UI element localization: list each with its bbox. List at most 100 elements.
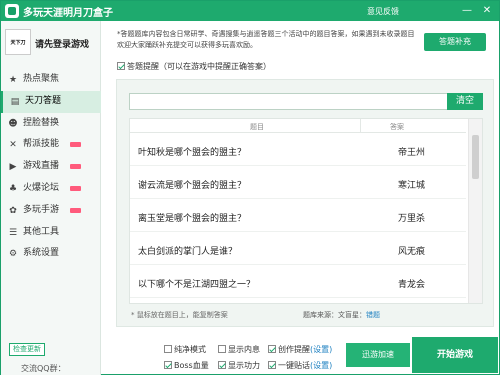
show-inner-checkbox[interactable] bbox=[218, 345, 226, 353]
toolbox-icon: ☰ bbox=[8, 227, 18, 238]
hot-badge bbox=[70, 185, 81, 191]
quiz-search-area: 清空 题目 答案 叶知秋是哪个盟会的盟主？ 帝王州 谢云流是哪个盟会的盟主？ 寒… bbox=[116, 79, 494, 327]
option-pure-mode[interactable]: 纯净模式 bbox=[164, 344, 206, 355]
sidebar-item-tools[interactable]: ☰ 其他工具 bbox=[1, 222, 101, 244]
pure-mode-checkbox[interactable] bbox=[164, 345, 172, 353]
option-boss-hp[interactable]: Boss血量 bbox=[164, 360, 209, 371]
table-row[interactable]: 叶知秋是哪个盟会的盟主？ 帝王州 bbox=[130, 134, 466, 166]
table-row[interactable]: 太白剑派的掌门人是谁？ 风无痕 bbox=[130, 233, 466, 265]
sidebar-item-hot-news[interactable]: ★ 热点聚焦 bbox=[1, 69, 101, 91]
table-header: 题目 答案 bbox=[130, 119, 466, 133]
quick-chat-checkbox[interactable] bbox=[268, 361, 276, 369]
login-panel[interactable]: 天下刀 请先登录游戏 bbox=[5, 25, 97, 59]
face-icon: ☻ bbox=[8, 118, 18, 129]
create-remind-checkbox[interactable] bbox=[268, 345, 276, 353]
question-cell: 叶知秋是哪个盟会的盟主？ bbox=[138, 148, 247, 158]
show-power-checkbox[interactable] bbox=[218, 361, 226, 369]
sidebar: 天下刀 请先登录游戏 ★ 热点聚焦 ▤ 天刀答题 ☻ 捏脸替换 ✕ 帮派技能 ▶… bbox=[1, 21, 101, 375]
check-update-button[interactable]: 检查更新 bbox=[9, 343, 45, 356]
scrollbar-thumb[interactable] bbox=[472, 135, 479, 179]
answer-cell: 万里杀 bbox=[398, 214, 426, 224]
quiz-table: 题目 答案 叶知秋是哪个盟会的盟主？ 帝王州 谢云流是哪个盟会的盟主？ 寒江城 … bbox=[129, 118, 483, 304]
option-label: 创作提醒 bbox=[278, 345, 310, 354]
hot-badge bbox=[70, 164, 81, 170]
forum-icon: ♣ bbox=[8, 183, 18, 194]
question-cell: 离玉堂是哪个盟会的盟主？ bbox=[138, 214, 247, 224]
option-label: 显示功力 bbox=[228, 361, 260, 370]
answer-cell: 青龙会 bbox=[398, 280, 426, 290]
source-text: 题库来源：文盲星：错题 bbox=[303, 310, 380, 320]
remind-label: 答题提醒（可以在游戏中提醒正确答案） bbox=[127, 62, 271, 71]
question-cell: 以下哪个不是江湖四盟之一？ bbox=[138, 280, 256, 290]
login-prompt[interactable]: 请先登录游戏 bbox=[35, 37, 89, 50]
accelerate-button[interactable]: 迅游加速 bbox=[346, 343, 410, 367]
settings-link[interactable]: (设置) bbox=[310, 361, 332, 370]
sidebar-item-label: 系统设置 bbox=[23, 248, 60, 259]
qq-group-text: 交流QQ群：93011770 bbox=[21, 364, 66, 375]
notice-text: *答题题库内容包含日常研学、奇遇搜集与逍遥答题三个活动中的题目答案，如果遇到未收… bbox=[117, 30, 415, 49]
app-logo-icon bbox=[5, 4, 19, 18]
bottom-bar: 纯净模式 显示内息 创作提醒(设置) Boss血量 显示功力 一键贴话(设置) … bbox=[102, 337, 499, 375]
remind-option[interactable]: 答题提醒（可以在游戏中提醒正确答案） bbox=[117, 61, 271, 72]
flower-icon: ✿ bbox=[9, 205, 17, 216]
sidebar-item-label: 热点聚焦 bbox=[23, 74, 60, 84]
avatar[interactable]: 天下刀 bbox=[5, 29, 31, 55]
option-create-remind[interactable]: 创作提醒(设置) bbox=[268, 344, 332, 355]
app-title: 多玩天涯明月刀盒子 bbox=[23, 8, 113, 19]
sidebar-item-settings[interactable]: ⚙ 系统设置 bbox=[1, 243, 101, 265]
sidebar-item-label: 游戏直播 bbox=[23, 161, 60, 172]
minimize-icon[interactable]: — bbox=[459, 3, 475, 19]
sidebar-item-label: 捏脸替换 bbox=[23, 117, 60, 128]
sidebar-item-live[interactable]: ▶ 游戏直播 bbox=[1, 156, 101, 178]
sidebar-item-mobile-games[interactable]: ✿ 多玩手游 bbox=[1, 200, 101, 222]
question-cell: 太白剑派的掌门人是谁？ bbox=[138, 247, 238, 257]
play-icon: ▶ bbox=[9, 162, 17, 173]
sidebar-item-label: 多玩手游 bbox=[23, 204, 60, 215]
option-label: 显示内息 bbox=[228, 345, 260, 354]
copy-hint: * 鼠标放在题目上，能复制答案 bbox=[131, 311, 228, 319]
option-label: 纯净模式 bbox=[174, 345, 206, 354]
search-input[interactable] bbox=[129, 93, 449, 110]
answer-cell: 帝王州 bbox=[398, 148, 426, 158]
hot-badge bbox=[70, 142, 81, 148]
table-scrollbar[interactable] bbox=[468, 119, 482, 303]
clear-button[interactable]: 清空 bbox=[447, 93, 483, 110]
source-prefix: 题库来源：文盲星： bbox=[303, 311, 366, 319]
sidebar-item-forum[interactable]: ♣ 火爆论坛 bbox=[1, 178, 101, 200]
option-quick-chat[interactable]: 一键贴话(设置) bbox=[268, 360, 332, 371]
sidebar-item-label: 火爆论坛 bbox=[23, 182, 60, 193]
sidebar-item-label: 帮派技能 bbox=[23, 139, 60, 150]
source-link[interactable]: 错题 bbox=[366, 311, 380, 319]
answer-cell: 风无痕 bbox=[398, 247, 426, 257]
app-window: 多玩天涯明月刀盒子 意见反馈 — ✕ 天下刀 请先登录游戏 ★ 热点聚焦 ▤ 天… bbox=[0, 0, 500, 375]
supplement-button[interactable]: 答题补充 bbox=[424, 33, 486, 51]
sidebar-item-guild-skills[interactable]: ✕ 帮派技能 bbox=[1, 134, 101, 156]
sidebar-nav: ★ 热点聚焦 ▤ 天刀答题 ☻ 捏脸替换 ✕ 帮派技能 ▶ 游戏直播 ♣ 火爆论… bbox=[1, 69, 101, 265]
option-label: 一键贴话 bbox=[278, 361, 310, 370]
option-show-inner[interactable]: 显示内息 bbox=[218, 344, 260, 355]
option-show-power[interactable]: 显示功力 bbox=[218, 360, 260, 371]
table-row[interactable]: 谢云流是哪个盟会的盟主？ 寒江城 bbox=[130, 167, 466, 199]
sidebar-item-label: 天刀答题 bbox=[25, 95, 62, 106]
star-icon: ★ bbox=[8, 75, 18, 85]
table-row[interactable]: 离玉堂是哪个盟会的盟主？ 万里杀 bbox=[130, 200, 466, 232]
option-label: Boss血量 bbox=[174, 361, 209, 370]
column-header-answer: 答案 bbox=[390, 123, 404, 131]
sidebar-item-quiz[interactable]: ▤ 天刀答题 bbox=[1, 90, 101, 113]
close-icon[interactable]: ✕ bbox=[479, 3, 495, 19]
answer-cell: 寒江城 bbox=[398, 181, 426, 191]
start-game-button[interactable]: 开始游戏 bbox=[412, 337, 498, 373]
sidebar-item-face[interactable]: ☻ 捏脸替换 bbox=[1, 113, 101, 135]
book-icon: ▤ bbox=[10, 96, 20, 107]
table-row[interactable]: 以下哪个不是江湖四盟之一？ 青龙会 bbox=[130, 266, 466, 298]
boss-hp-checkbox[interactable] bbox=[164, 361, 172, 369]
column-header-question: 题目 bbox=[250, 123, 264, 131]
crossed-swords-icon: ✕ bbox=[9, 140, 17, 151]
settings-link[interactable]: (设置) bbox=[310, 345, 332, 354]
gear-icon: ⚙ bbox=[8, 249, 18, 260]
sidebar-item-label: 其他工具 bbox=[23, 226, 60, 237]
remind-checkbox[interactable] bbox=[117, 62, 125, 70]
feedback-link[interactable]: 意见反馈 bbox=[367, 6, 399, 17]
title-bar: 多玩天涯明月刀盒子 意见反馈 — ✕ bbox=[1, 1, 499, 21]
quiz-panel: *答题题库内容包含日常研学、奇遇搜集与逍遥答题三个活动中的题目答案，如果遇到未收… bbox=[102, 21, 499, 375]
